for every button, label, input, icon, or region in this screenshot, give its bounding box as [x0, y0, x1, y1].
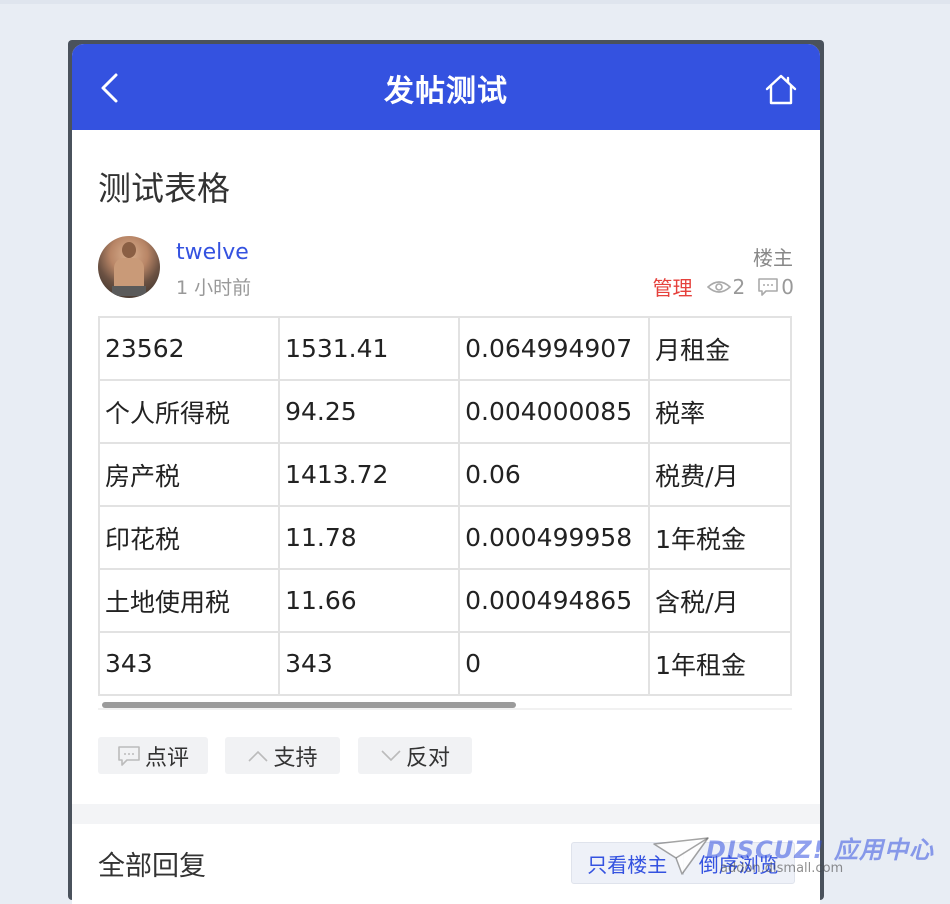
- table-cell: 房产税: [98, 442, 281, 507]
- admin-link[interactable]: 管理: [653, 272, 693, 301]
- table-cell: 343: [98, 631, 281, 696]
- post-meta: 管理 2 0: [653, 272, 794, 301]
- oppose-button[interactable]: 反对: [358, 737, 472, 774]
- table-cell: 土地使用税: [98, 568, 281, 633]
- table-cell: 1413.72: [278, 442, 461, 507]
- table-cell: 0: [458, 631, 651, 696]
- author-name[interactable]: twelve: [176, 240, 249, 265]
- table-cell: 0.000499958: [458, 505, 651, 570]
- table-cell: 0.064994907: [458, 316, 651, 381]
- data-table-scroll[interactable]: 23562 1531.41 0.064994907 月租金 个人所得税 94.2…: [98, 316, 792, 706]
- table-cell: 0.06: [458, 442, 651, 507]
- table-cell: 343: [278, 631, 461, 696]
- table-cell: 11.66: [278, 568, 461, 633]
- comment-icon: [758, 277, 779, 296]
- table-cell: 94.25: [278, 379, 461, 444]
- oppose-button-label: 反对: [405, 745, 450, 771]
- scrollbar-track: [98, 708, 792, 710]
- chevron-down-icon: [381, 749, 401, 761]
- view-count: 2: [732, 274, 746, 299]
- page-title: 发帖测试: [384, 74, 508, 109]
- home-icon[interactable]: [764, 72, 798, 106]
- post-time: 1 小时前: [176, 277, 252, 299]
- table-cell: 1531.41: [278, 316, 461, 381]
- chevron-up-icon: [248, 750, 269, 762]
- avatar[interactable]: [98, 236, 160, 298]
- replies-title: 全部回复: [98, 851, 206, 882]
- author-only-button[interactable]: 只看楼主: [572, 843, 683, 883]
- comment-button[interactable]: 点评: [98, 737, 208, 774]
- table-cell: 1年租金: [648, 631, 792, 696]
- table-row: 房产税 1413.72 0.06 税费/月: [98, 442, 792, 507]
- table-cell: 0.004000085: [458, 379, 651, 444]
- phone-frame: 发帖测试 测试表格 twelve 1 小时前 楼主 管理 2 0 23562 1…: [68, 40, 824, 904]
- table-row: 个人所得税 94.25 0.004000085 税率: [98, 379, 792, 444]
- table-cell: 23562: [98, 316, 281, 381]
- app-header: 发帖测试: [72, 44, 820, 130]
- horizontal-scrollbar[interactable]: [102, 702, 516, 708]
- reverse-order-button[interactable]: 倒序浏览: [684, 843, 795, 883]
- table-row: 343 343 0 1年租金: [98, 631, 792, 696]
- support-button-label: 支持: [273, 745, 318, 771]
- table-cell: 0.000494865: [458, 568, 651, 633]
- table-row: 23562 1531.41 0.064994907 月租金: [98, 316, 792, 381]
- table-cell: 含税/月: [648, 568, 792, 633]
- table-row: 土地使用税 11.66 0.000494865 含税/月: [98, 568, 792, 633]
- mobile-screen: 发帖测试 测试表格 twelve 1 小时前 楼主 管理 2 0 23562 1…: [72, 44, 820, 904]
- table-cell: 税率: [648, 379, 792, 444]
- table-row: 印花税 11.78 0.000499958 1年税金: [98, 505, 792, 570]
- support-button[interactable]: 支持: [225, 737, 340, 774]
- table-cell: 印花税: [98, 505, 281, 570]
- table-cell: 11.78: [278, 505, 461, 570]
- table-cell: 月租金: [648, 316, 792, 381]
- reply-filter: 只看楼主 倒序浏览: [571, 842, 795, 884]
- comment-button-label: 点评: [144, 745, 189, 771]
- section-divider: [72, 804, 820, 824]
- comment-count: 0: [781, 274, 794, 299]
- data-table: 23562 1531.41 0.064994907 月租金 个人所得税 94.2…: [98, 316, 792, 696]
- page-top-border: [0, 0, 950, 4]
- eye-icon: [706, 280, 731, 293]
- table-cell: 个人所得税: [98, 379, 281, 444]
- post-title: 测试表格: [98, 169, 230, 208]
- table-cell: 1年税金: [648, 505, 792, 570]
- author-badge: 楼主: [753, 246, 793, 270]
- table-cell: 税费/月: [648, 442, 792, 507]
- comment-icon: [118, 745, 140, 766]
